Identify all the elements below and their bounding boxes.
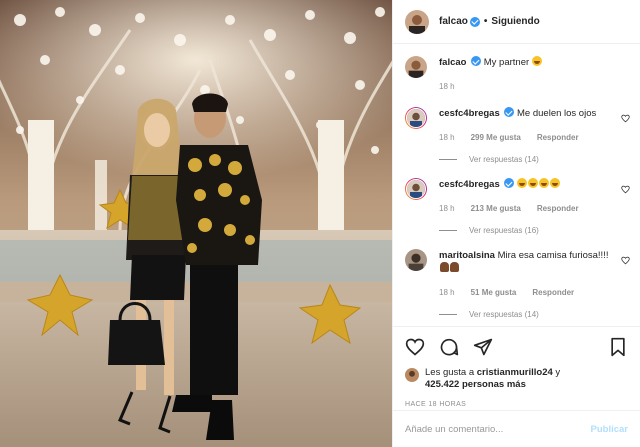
comment-time[interactable]: 18 h [439, 286, 455, 299]
commenter-avatar[interactable] [405, 249, 427, 271]
post-photo-image [0, 0, 392, 447]
replies-divider [439, 230, 457, 231]
like-comment-heart-icon[interactable] [621, 114, 630, 123]
caption: falcao My partner 18 h [405, 56, 630, 93]
publish-button[interactable]: Publicar [591, 424, 629, 435]
view-replies-label: Ver respuestas (16) [469, 226, 539, 235]
action-icons [405, 335, 628, 359]
like-heart-icon[interactable] [405, 337, 425, 357]
share-paper-plane-icon[interactable] [473, 337, 493, 357]
reply-button[interactable]: Responder [532, 286, 574, 299]
view-replies-label: Ver respuestas (14) [469, 310, 539, 319]
comment-likes[interactable]: 51 Me gusta [471, 286, 517, 299]
post-photo[interactable] [0, 0, 392, 447]
verified-badge-icon [469, 16, 480, 27]
post-timestamp[interactable]: HACE 18 HORAS [405, 401, 628, 408]
add-comment-bar: Publicar [393, 410, 640, 447]
replies-divider [439, 159, 457, 160]
follow-separator: • [483, 16, 488, 27]
likes-middle: y [552, 367, 561, 378]
view-replies-button[interactable]: Ver respuestas (16) [439, 224, 630, 237]
comment-username[interactable]: cesfc4bregas [439, 179, 500, 190]
post-header: falcao • Siguiendo [393, 0, 640, 44]
author-avatar[interactable] [405, 9, 429, 34]
verified-badge-icon [471, 56, 482, 66]
laughing-emoji-icon [550, 178, 561, 188]
liker-username[interactable]: cristianmurillo24 [477, 367, 553, 378]
comment-item: cesfc4bregas Me duelen los ojos 18 h 299… [405, 107, 630, 166]
comment-input[interactable] [405, 423, 591, 435]
comment-likes[interactable]: 299 Me gusta [471, 131, 521, 144]
like-comment-heart-icon[interactable] [621, 185, 630, 194]
reply-button[interactable]: Responder [537, 131, 579, 144]
caption-avatar[interactable] [405, 56, 427, 78]
caption-text: My partner [483, 57, 530, 68]
reply-button[interactable]: Responder [537, 202, 579, 215]
author-username[interactable]: falcao [439, 16, 468, 27]
like-comment-heart-icon[interactable] [621, 256, 630, 265]
laughing-emoji-icon [531, 56, 542, 66]
comment-time[interactable]: 18 h [439, 202, 455, 215]
comment-time[interactable]: 18 h [439, 131, 455, 144]
post-side-panel: falcao • Siguiendo falcao My partner 18 … [392, 0, 640, 447]
caption-time[interactable]: 18 h [439, 80, 455, 93]
bookmark-icon[interactable] [608, 337, 628, 357]
liker-avatar [405, 368, 419, 382]
laughing-emoji-icon [517, 178, 528, 188]
commenter-avatar[interactable] [405, 178, 427, 200]
comment-item: cesfc4bregas 18 h 213 Me gusta Responder… [405, 178, 630, 237]
view-replies-button[interactable]: Ver respuestas (14) [439, 308, 630, 321]
verified-badge-icon [504, 178, 515, 188]
replies-divider [439, 314, 457, 315]
laughing-emoji-icon [528, 178, 539, 188]
verified-badge-icon [504, 107, 515, 117]
likes-count[interactable]: 425.422 personas más [425, 379, 526, 390]
comment-list: falcao My partner 18 h cesfc4bregas Me d… [405, 56, 630, 321]
post-actions: Les gusta a cristianmurillo24 y 425.422 … [393, 326, 640, 408]
comment-text: Me duelen los ojos [517, 108, 597, 119]
following-button[interactable]: Siguiendo [491, 16, 539, 27]
shocked-emoji-icon [440, 262, 449, 272]
comment-item: maritoalsina Mira esa camisa furiosa!!!!… [405, 249, 630, 321]
view-replies-label: Ver respuestas (14) [469, 155, 539, 164]
laughing-emoji-icon [539, 178, 550, 188]
view-replies-button[interactable]: Ver respuestas (14) [439, 153, 630, 166]
commenter-avatar[interactable] [405, 107, 427, 129]
comment-text: Mira esa camisa furiosa!!!! [497, 250, 609, 261]
shocked-emoji-icon [450, 262, 459, 272]
comment-bubble-icon[interactable] [439, 337, 459, 357]
comment-username[interactable]: maritoalsina [439, 250, 495, 261]
likes-prefix: Les gusta a [425, 367, 477, 378]
comment-username[interactable]: cesfc4bregas [439, 108, 500, 119]
comment-likes[interactable]: 213 Me gusta [471, 202, 521, 215]
instagram-post: falcao • Siguiendo falcao My partner 18 … [0, 0, 640, 447]
caption-username[interactable]: falcao [439, 57, 466, 68]
likes-summary[interactable]: Les gusta a cristianmurillo24 y 425.422 … [405, 367, 628, 391]
